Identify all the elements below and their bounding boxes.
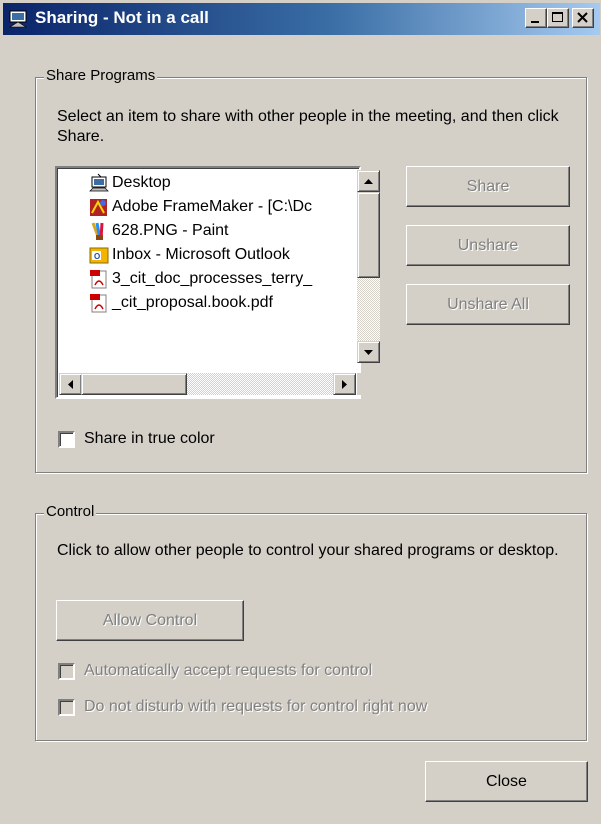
- pdf-icon: [90, 270, 107, 289]
- framemaker-icon: [90, 199, 107, 216]
- vertical-scrollbar[interactable]: [357, 170, 380, 370]
- list-item-label: Adobe FrameMaker - [C:\Dc: [112, 198, 313, 215]
- programs-listbox[interactable]: Desktop Adobe FrameMaker - [C:\Dc 628.PN…: [55, 166, 380, 399]
- close-icon: [577, 12, 588, 23]
- list-item-label: Inbox - Microsoft Outlook: [112, 246, 290, 263]
- unshare-button[interactable]: Unshare: [406, 225, 570, 266]
- list-item[interactable]: Desktop: [89, 172, 171, 194]
- arrow-down-icon: [364, 350, 373, 355]
- horizontal-scrollbar[interactable]: [59, 373, 357, 395]
- share-true-color-label: Share in true color: [84, 430, 215, 447]
- arrow-right-icon: [342, 380, 347, 389]
- control-description: Click to allow other people to control y…: [57, 542, 559, 559]
- checkbox-box[interactable]: [58, 698, 75, 716]
- list-item[interactable]: Adobe FrameMaker - [C:\Dc: [89, 196, 312, 218]
- list-item-label: 3_cit_doc_processes_terry_: [112, 270, 313, 287]
- list-item-label: 628.PNG - Paint: [112, 222, 229, 239]
- share-programs-label: Share Programs: [44, 67, 158, 84]
- maximize-button[interactable]: [547, 8, 569, 28]
- allow-control-button[interactable]: Allow Control: [56, 600, 244, 641]
- minimize-icon: [531, 21, 539, 23]
- checkbox-box[interactable]: [58, 662, 75, 680]
- checkbox-box[interactable]: [58, 430, 75, 448]
- list-item-label: _cit_proposal.book.pdf: [112, 294, 273, 311]
- scroll-down-button[interactable]: [357, 341, 380, 363]
- scroll-track[interactable]: [357, 278, 380, 341]
- desktop-icon: [89, 173, 109, 192]
- do-not-disturb-label: Do not disturb with requests for control…: [84, 698, 428, 715]
- scroll-thumb[interactable]: [81, 373, 187, 395]
- scroll-up-button[interactable]: [357, 170, 380, 192]
- scroll-right-button[interactable]: [333, 373, 356, 395]
- sharing-window-icon: [9, 10, 28, 28]
- pdf-icon: [90, 294, 107, 313]
- do-not-disturb-checkbox[interactable]: Do not disturb with requests for control…: [58, 698, 427, 716]
- list-item[interactable]: _cit_proposal.book.pdf: [89, 292, 273, 314]
- list-item[interactable]: 628.PNG - Paint: [89, 220, 229, 242]
- title-bar[interactable]: Sharing - Not in a call: [3, 3, 600, 35]
- window-title: Sharing - Not in a call: [35, 8, 209, 27]
- scroll-thumb[interactable]: [357, 192, 380, 278]
- sharing-window: Sharing - Not in a call Share Programs S…: [0, 0, 601, 824]
- close-window-button[interactable]: [572, 8, 594, 28]
- arrow-up-icon: [364, 179, 373, 184]
- scroll-corner: [357, 373, 380, 395]
- outlook-icon: O: [89, 247, 109, 264]
- share-true-color-checkbox[interactable]: Share in true color: [58, 430, 215, 448]
- maximize-icon: [552, 12, 563, 22]
- svg-text:O: O: [94, 252, 100, 261]
- paint-icon: [91, 222, 104, 240]
- arrow-left-icon: [68, 380, 73, 389]
- unshare-all-button[interactable]: Unshare All: [406, 284, 570, 325]
- list-item[interactable]: O Inbox - Microsoft Outlook: [89, 244, 290, 266]
- close-button[interactable]: Close: [425, 761, 588, 802]
- auto-accept-checkbox[interactable]: Automatically accept requests for contro…: [58, 662, 372, 680]
- list-item-label: Desktop: [112, 174, 171, 191]
- auto-accept-label: Automatically accept requests for contro…: [84, 662, 373, 679]
- control-label: Control: [44, 503, 97, 520]
- scroll-track[interactable]: [187, 373, 333, 395]
- share-button[interactable]: Share: [406, 166, 570, 207]
- scroll-left-button[interactable]: [59, 373, 82, 395]
- minimize-button[interactable]: [525, 8, 547, 28]
- share-programs-description: Select an item to share with other peopl…: [57, 108, 559, 145]
- list-item[interactable]: 3_cit_doc_processes_terry_: [89, 268, 312, 290]
